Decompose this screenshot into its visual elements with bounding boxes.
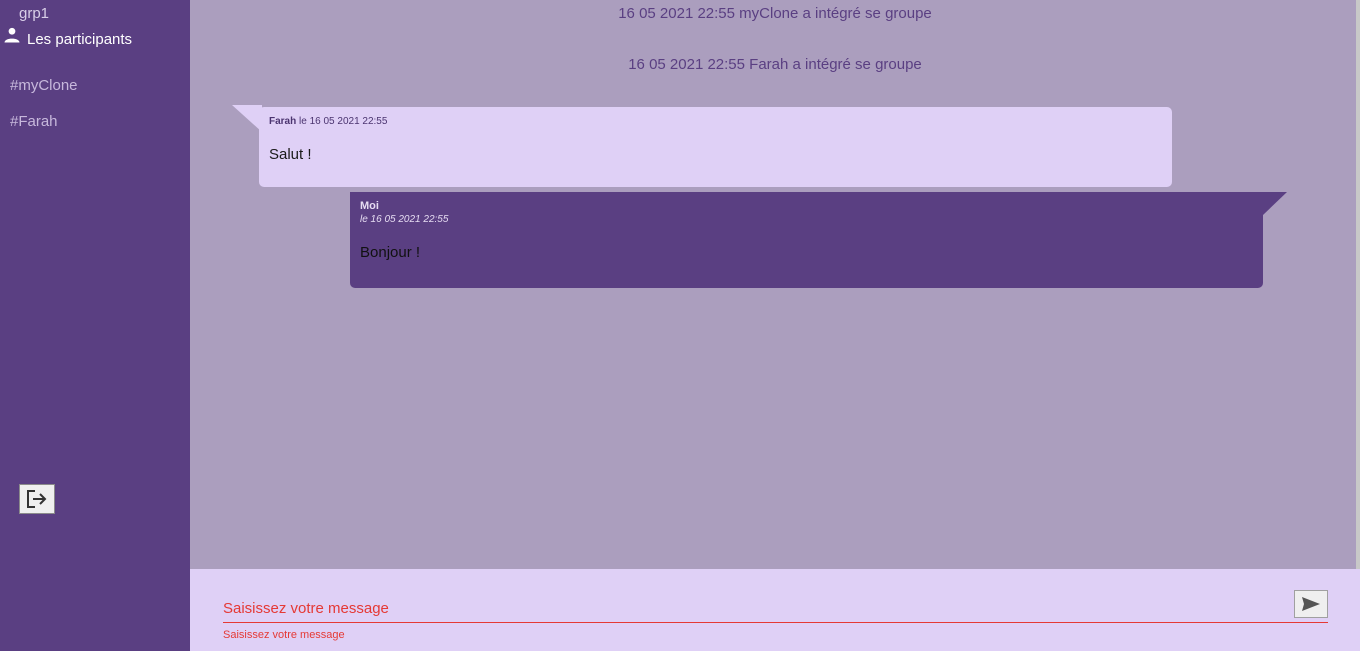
participant-item-farah[interactable]: #Farah [10, 113, 58, 130]
chat-panel: 16 05 2021 22:55 myClone a intégré se gr… [190, 0, 1360, 569]
system-message: 16 05 2021 22:55 Farah a intégré se grou… [628, 56, 922, 73]
participants-label: Les participants [27, 30, 133, 48]
incoming-message: Farah le 16 05 2021 22:55 Salut ! [259, 107, 1172, 187]
input-hint: Saisissez votre message [223, 629, 345, 641]
group-name[interactable]: grp1 [19, 5, 49, 22]
incoming-text: Salut ! [269, 146, 312, 163]
send-icon [1302, 597, 1320, 611]
send-button[interactable] [1294, 590, 1328, 618]
message-input[interactable] [223, 596, 1293, 620]
outgoing-author: Moi [360, 200, 379, 212]
incoming-meta: Farah le 16 05 2021 22:55 [269, 116, 1162, 127]
incoming-date: le 16 05 2021 22:55 [299, 116, 388, 127]
participants-header: Les participants [3, 27, 133, 48]
sidebar: grp1 Les participants #myClone #Farah [0, 0, 190, 651]
outgoing-bubble-tail [1263, 192, 1287, 215]
logout-button[interactable] [19, 484, 55, 514]
outgoing-message: Moi le 16 05 2021 22:55 Bonjour ! [350, 192, 1263, 288]
message-composer: Saisissez votre message [190, 569, 1360, 651]
input-underline [223, 622, 1328, 623]
chat-scrollbar[interactable] [1356, 0, 1360, 569]
outgoing-date: le 16 05 2021 22:55 [360, 214, 449, 225]
outgoing-text: Bonjour ! [360, 244, 421, 261]
logout-icon [27, 490, 47, 508]
incoming-bubble-tail [232, 105, 262, 132]
person-icon [4, 27, 20, 43]
participant-item-myclone[interactable]: #myClone [10, 77, 78, 94]
incoming-author: Farah [269, 116, 297, 127]
system-message: 16 05 2021 22:55 myClone a intégré se gr… [618, 5, 932, 22]
